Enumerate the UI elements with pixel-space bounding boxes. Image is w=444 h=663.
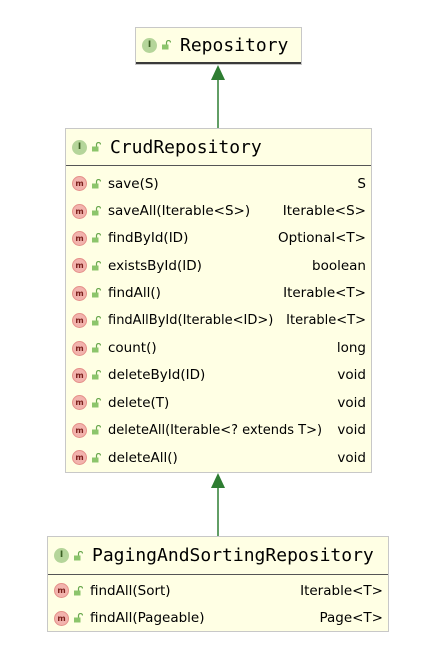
return-type: void xyxy=(337,449,366,466)
method-icon: m xyxy=(72,422,87,438)
method-row-save-all[interactable]: m saveAll(Iterable<S>) Iterable<S> xyxy=(66,197,371,224)
method-name: deleteById(ID) xyxy=(108,367,206,384)
open-lock-icon xyxy=(92,397,101,408)
crud-repository-interface-box[interactable]: I CrudRepository m save(S) S m saveAll(I… xyxy=(65,128,372,473)
crud-repository-header: I CrudRepository xyxy=(66,129,371,166)
paging-and-sorting-repository-interface-box[interactable]: I PagingAndSortingRepository m findAll(S… xyxy=(47,536,389,632)
method-row-count[interactable]: m count() long xyxy=(66,334,371,361)
method-name: findAll(Sort) xyxy=(90,582,171,599)
arrow-crud-to-repository xyxy=(211,65,225,128)
open-lock-icon xyxy=(74,613,83,623)
return-type: Iterable<T> xyxy=(283,285,366,302)
method-icon: m xyxy=(54,583,69,599)
open-lock-icon xyxy=(92,343,101,353)
method-row-delete[interactable]: m delete(T) void xyxy=(66,389,371,416)
paging-method-list: m findAll(Sort) Iterable<T> m findAll(Pa… xyxy=(48,575,388,632)
open-lock-icon xyxy=(92,452,101,463)
method-name: count() xyxy=(108,340,157,357)
interface-icon: I xyxy=(54,548,69,563)
crud-repository-title: CrudRepository xyxy=(110,136,262,158)
method-row-delete-all-iterable[interactable]: m deleteAll(Iterable<? extends T>) void xyxy=(66,417,371,444)
method-icon: m xyxy=(72,395,87,411)
return-type: boolean xyxy=(312,257,366,274)
crud-method-list: m save(S) S m saveAll(Iterable<S>) Itera… xyxy=(66,166,371,471)
return-type: Page<T> xyxy=(319,610,383,627)
method-name: findAllById(Iterable<ID>) xyxy=(108,313,274,329)
method-icon: m xyxy=(72,203,87,219)
method-name: findAll() xyxy=(108,285,161,302)
method-icon: m xyxy=(72,285,87,301)
return-type: Iterable<T> xyxy=(286,313,366,329)
method-name: save(S) xyxy=(108,175,159,192)
method-name: deleteAll() xyxy=(108,449,178,466)
method-row-find-all[interactable]: m findAll() Iterable<T> xyxy=(66,280,371,307)
method-name: findById(ID) xyxy=(108,230,189,247)
method-name: existsById(ID) xyxy=(108,257,202,274)
method-row-find-all-by-id[interactable]: m findAllById(Iterable<ID>) Iterable<T> xyxy=(66,307,371,334)
return-type: Iterable<T> xyxy=(300,582,383,599)
method-icon: m xyxy=(72,313,87,329)
method-icon: m xyxy=(72,258,87,274)
method-name: delete(T) xyxy=(108,394,170,411)
open-lock-icon xyxy=(92,233,101,243)
interface-icon: I xyxy=(142,37,157,53)
open-lock-icon xyxy=(92,260,101,271)
open-lock-icon xyxy=(74,550,83,560)
return-type: Optional<T> xyxy=(278,230,366,247)
return-type: void xyxy=(337,394,366,411)
paging-and-sorting-repository-header: I PagingAndSortingRepository xyxy=(48,537,388,575)
return-type: void xyxy=(337,367,366,384)
return-type: long xyxy=(336,340,366,357)
return-type: Iterable<S> xyxy=(282,203,366,220)
method-row-exists-by-id[interactable]: m existsById(ID) boolean xyxy=(66,252,371,279)
method-icon: m xyxy=(72,367,87,383)
method-row-find-all-pageable[interactable]: m findAll(Pageable) Page<T> xyxy=(48,604,388,631)
method-name: findAll(Pageable) xyxy=(90,610,205,627)
method-icon: m xyxy=(72,230,87,246)
method-row-delete-by-id[interactable]: m deleteById(ID) void xyxy=(66,362,371,389)
arrow-paging-to-crud xyxy=(211,473,225,536)
repository-interface-box[interactable]: I Repository xyxy=(135,27,302,65)
method-icon: m xyxy=(72,340,87,356)
open-lock-icon xyxy=(92,142,101,152)
open-lock-icon xyxy=(74,585,83,596)
method-icon: m xyxy=(54,610,69,626)
paging-and-sorting-repository-title: PagingAndSortingRepository xyxy=(92,545,374,566)
method-name: saveAll(Iterable<S>) xyxy=(108,203,251,220)
method-row-find-by-id[interactable]: m findById(ID) Optional<T> xyxy=(66,225,371,252)
interface-icon: I xyxy=(72,139,87,155)
open-lock-icon xyxy=(92,315,101,326)
method-icon: m xyxy=(72,450,87,466)
return-type: S xyxy=(357,175,366,192)
open-lock-icon xyxy=(92,178,101,189)
method-row-save[interactable]: m save(S) S xyxy=(66,170,371,197)
open-lock-icon xyxy=(92,288,101,298)
open-lock-icon xyxy=(92,206,101,216)
method-row-delete-all[interactable]: m deleteAll() void xyxy=(66,444,371,471)
method-icon: m xyxy=(72,176,87,192)
return-type: void xyxy=(337,422,366,439)
method-row-find-all-sort[interactable]: m findAll(Sort) Iterable<T> xyxy=(48,577,388,604)
open-lock-icon xyxy=(162,40,171,50)
method-name: deleteAll(Iterable<? extends T>) xyxy=(108,422,323,438)
open-lock-icon xyxy=(92,370,101,380)
repository-header: I Repository xyxy=(136,28,301,64)
open-lock-icon xyxy=(92,425,101,435)
repository-title: Repository xyxy=(180,34,289,56)
